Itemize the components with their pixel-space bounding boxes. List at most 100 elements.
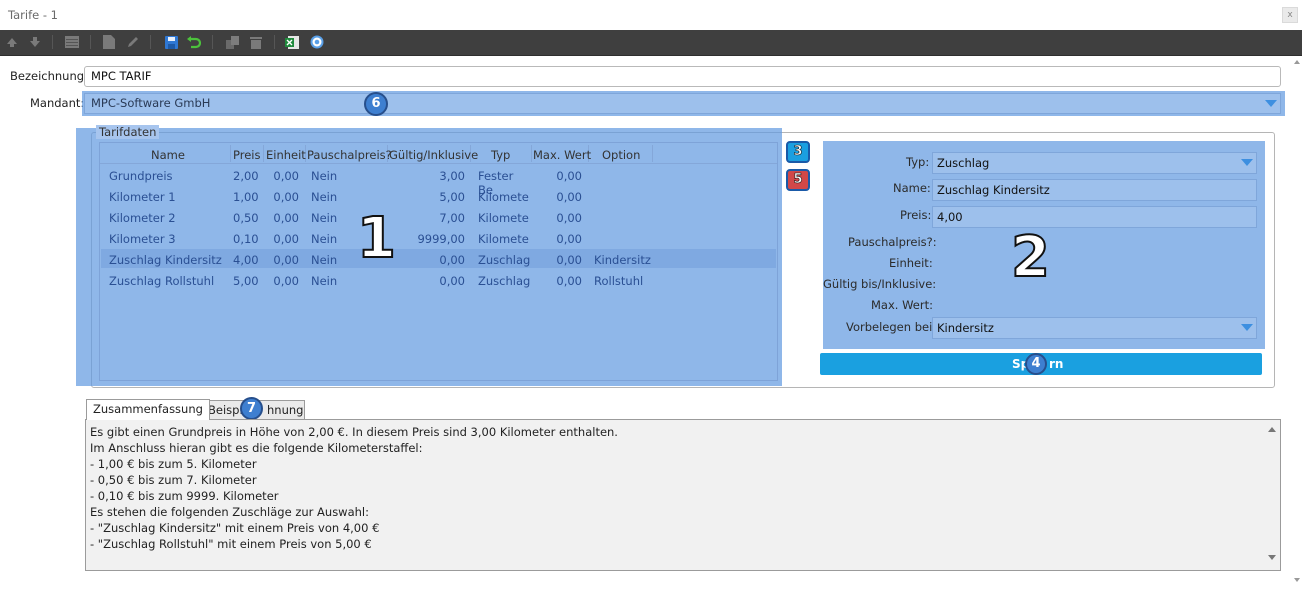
- toolbar-separator: [52, 35, 53, 49]
- annotation-5: 5: [793, 172, 803, 188]
- copy-icon[interactable]: [224, 34, 240, 50]
- annotation-4: 4: [1025, 353, 1047, 375]
- cell-name: Grundpreis: [109, 169, 173, 183]
- title-bar: [0, 0, 1302, 30]
- cell-preis: 5,00: [233, 274, 259, 288]
- summary-line: - 1,00 € bis zum 5. Kilometer: [90, 457, 257, 471]
- badge-5-button[interactable]: 5: [786, 169, 810, 191]
- col-divider: [230, 145, 231, 162]
- cell-preis: 4,00: [233, 253, 259, 267]
- summary-line: - "Zuschlag Rollstuhl" mit einem Preis v…: [90, 537, 372, 551]
- cell-name: Zuschlag Rollstuhl: [109, 274, 215, 288]
- cell-einheit: 0,00: [273, 211, 299, 225]
- save-disk-icon[interactable]: [163, 34, 179, 50]
- cell-name: Kilometer 2: [109, 211, 176, 225]
- arrow-up-icon[interactable]: [4, 34, 20, 50]
- chevron-down-icon[interactable]: [1265, 100, 1277, 107]
- toolbar-separator: [90, 35, 91, 49]
- cell-max-wert: 0,00: [556, 190, 582, 204]
- cell-option: Rollstuhl: [594, 274, 644, 288]
- arrow-down-icon[interactable]: [27, 34, 43, 50]
- col-header-preis[interactable]: Preis: [233, 148, 260, 162]
- typ-label: Typ:: [906, 155, 930, 169]
- col-divider: [652, 145, 653, 162]
- save-button-label-end: rn: [1049, 357, 1064, 371]
- col-divider: [531, 145, 532, 162]
- cell-einheit: 0,00: [273, 190, 299, 204]
- help-icon[interactable]: [309, 34, 325, 50]
- summary-scrollbar[interactable]: [1265, 421, 1280, 569]
- vorbelegen-select[interactable]: Kindersitz: [932, 317, 1257, 339]
- scroll-up-icon[interactable]: [1268, 427, 1276, 432]
- toolbar-separator: [212, 35, 213, 49]
- cell-max-wert: 0,00: [556, 274, 582, 288]
- cell-gueltig: 0,00: [439, 274, 465, 288]
- delete-trash-icon[interactable]: [248, 34, 264, 50]
- scroll-down-icon[interactable]: [1268, 555, 1276, 560]
- cell-gueltig: 3,00: [439, 169, 465, 183]
- chevron-down-icon[interactable]: [1241, 324, 1253, 331]
- cell-name: Kilometer 1: [109, 190, 176, 204]
- toolbar-separator: [274, 35, 275, 49]
- cell-gueltig: 7,00: [439, 211, 465, 225]
- col-header-pauschalpreis[interactable]: Pauschalpreis?: [307, 148, 392, 162]
- new-document-icon[interactable]: [101, 34, 117, 50]
- cell-pauschalpreis: Nein: [311, 169, 338, 183]
- tab-zusammenfassung[interactable]: Zusammenfassung: [86, 399, 210, 420]
- pauschalpreis-label: Pauschalpreis?:: [848, 235, 937, 249]
- grid-icon[interactable]: [64, 34, 80, 50]
- cell-gueltig: 5,00: [439, 190, 465, 204]
- cell-typ: Kilomete: [478, 190, 529, 204]
- edit-pencil-icon[interactable]: [125, 34, 141, 50]
- cell-option: Kindersitz: [594, 253, 651, 267]
- annotation-6: 6: [364, 92, 388, 116]
- cell-name: Zuschlag Kindersitz: [109, 253, 222, 267]
- summary-line: Im Anschluss hieran gibt es die folgende…: [90, 441, 423, 455]
- cell-gueltig: 9999,00: [417, 232, 465, 246]
- cell-max-wert: 0,00: [556, 232, 582, 246]
- cell-preis: 1,00: [233, 190, 259, 204]
- cell-name: Kilometer 3: [109, 232, 176, 246]
- close-button[interactable]: x: [1282, 7, 1298, 23]
- name-input[interactable]: Zuschlag Kindersitz: [932, 179, 1257, 201]
- cell-max-wert: 0,00: [556, 211, 582, 225]
- undo-arrow-icon[interactable]: [186, 34, 202, 50]
- cell-max-wert: 0,00: [556, 253, 582, 267]
- typ-select[interactable]: Zuschlag: [932, 152, 1257, 174]
- col-header-gueltig[interactable]: Gültig/Inklusive: [389, 148, 478, 162]
- gueltig-label: Gültig bis/Inklusive:: [823, 277, 937, 291]
- tarifdaten-legend: Tarifdaten: [96, 125, 160, 139]
- chevron-down-icon[interactable]: [1241, 159, 1253, 166]
- mandant-label: Mandant:: [30, 96, 85, 110]
- summary-text: Es gibt einen Grundpreis in Höhe von 2,0…: [90, 424, 1260, 552]
- preis-input[interactable]: 4,00: [932, 206, 1257, 228]
- window-title: Tarife - 1: [8, 8, 58, 22]
- col-header-typ[interactable]: Typ: [491, 148, 510, 162]
- name-label: Name:: [893, 181, 931, 195]
- summary-line: - 0,50 € bis zum 7. Kilometer: [90, 473, 257, 487]
- cell-typ: Kilomete: [478, 232, 529, 246]
- vorbelegen-label: Vorbelegen bei:: [846, 320, 937, 334]
- col-header-option[interactable]: Option: [602, 148, 640, 162]
- col-header-max-wert[interactable]: Max. Wert: [533, 148, 591, 162]
- cell-gueltig: 0,00: [439, 253, 465, 267]
- cell-typ: Zuschlag: [478, 274, 531, 288]
- annotation-2: 2: [1010, 224, 1051, 291]
- col-header-name[interactable]: Name: [151, 148, 185, 162]
- tab-beispielrechnung-label-end: hnung: [267, 403, 304, 417]
- bezeichnung-input[interactable]: MPC TARIF: [84, 66, 1281, 87]
- col-divider: [263, 145, 264, 162]
- cell-einheit: 0,00: [273, 232, 299, 246]
- annotation-3: 3: [793, 144, 803, 160]
- cell-einheit: 0,00: [273, 253, 299, 267]
- col-header-einheit[interactable]: Einheit: [266, 148, 306, 162]
- grid-header-divider: [100, 163, 777, 164]
- excel-export-icon[interactable]: [284, 34, 300, 50]
- badge-3-button[interactable]: 3: [786, 141, 810, 163]
- window-scroll-down-icon[interactable]: [1294, 578, 1300, 582]
- cell-einheit: 0,00: [273, 274, 299, 288]
- mandant-select[interactable]: MPC-Software GmbH: [84, 93, 1281, 114]
- window-scroll-up-icon[interactable]: [1294, 60, 1300, 64]
- bezeichnung-label: Bezeichnung:: [10, 69, 88, 83]
- cell-preis: 0,10: [233, 232, 259, 246]
